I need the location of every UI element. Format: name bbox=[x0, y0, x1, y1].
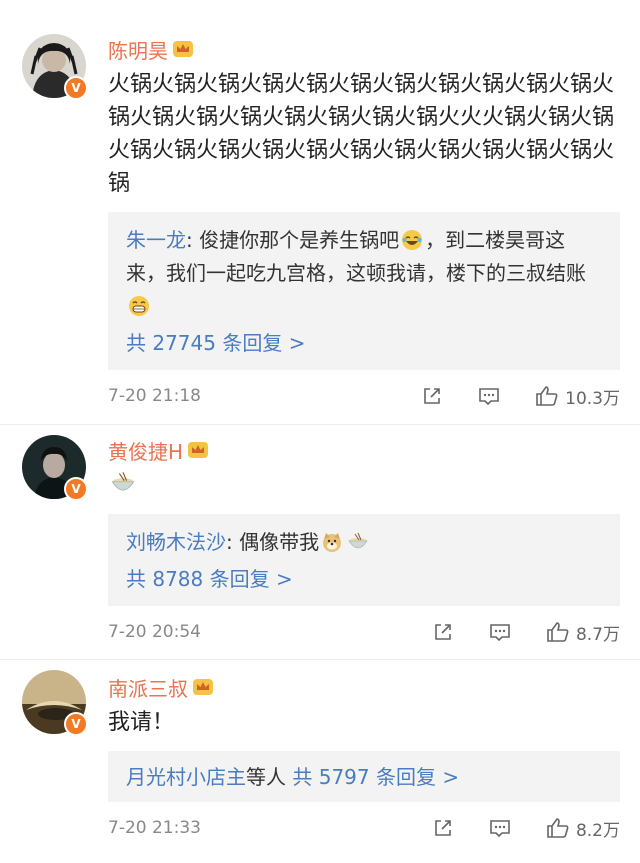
reply-preview[interactable]: 刘畅木法沙: 偶像带我 共 8788 条回复 > bbox=[108, 514, 620, 606]
username[interactable]: 陈明昊 bbox=[108, 35, 168, 64]
verified-badge-icon: V bbox=[64, 712, 88, 736]
comment-footer: 7-20 21:33 8.2万 bbox=[108, 802, 620, 854]
reply-username[interactable]: 刘畅木法沙 bbox=[126, 530, 226, 554]
reply-text: 俊捷你那个是养生锅吧 bbox=[199, 228, 400, 252]
like-count: 8.2万 bbox=[575, 820, 620, 841]
like-icon bbox=[547, 818, 569, 838]
avatar[interactable]: V bbox=[22, 670, 88, 736]
comment-button[interactable] bbox=[488, 621, 512, 643]
reply-username[interactable]: 朱一龙 bbox=[126, 228, 186, 252]
verified-badge-icon: V bbox=[64, 76, 88, 100]
noodle-bowl-emoji bbox=[111, 472, 135, 491]
comment-icon bbox=[479, 388, 499, 406]
reply-username[interactable]: 月光村小店主 bbox=[126, 765, 246, 789]
comment-footer: 7-20 21:18 10.3万 bbox=[108, 370, 620, 422]
avatar[interactable]: V bbox=[22, 435, 88, 501]
comment-item: V 南派三叔 我请！ 月光村小店主等人 共 5797 条回复 > 7-20 21… bbox=[0, 660, 640, 863]
like-button[interactable]: 8.2万 bbox=[546, 816, 620, 841]
comment-item: V 黄俊捷H 刘畅木法沙: 偶像带我 共 8788 条回复 > 7-20 20:… bbox=[0, 425, 640, 660]
like-count: 10.3万 bbox=[565, 388, 620, 409]
reply-colon: : bbox=[226, 530, 240, 554]
share-button[interactable] bbox=[432, 621, 454, 643]
share-icon bbox=[435, 820, 451, 836]
crown-icon bbox=[173, 41, 193, 57]
laugh-cry-emoji bbox=[402, 230, 423, 250]
reply-others: 等人 bbox=[246, 765, 286, 789]
reply-preview[interactable]: 月光村小店主等人 共 5797 条回复 > bbox=[108, 751, 620, 802]
share-button[interactable] bbox=[432, 817, 454, 839]
like-button[interactable]: 10.3万 bbox=[535, 384, 620, 409]
crown-icon bbox=[193, 679, 213, 695]
username[interactable]: 黄俊捷H bbox=[108, 436, 183, 465]
comment-footer: 7-20 20:54 8.7万 bbox=[108, 606, 620, 658]
comment-text: 我请！ bbox=[108, 710, 175, 735]
timestamp: 7-20 20:54 bbox=[108, 622, 201, 642]
reply-colon: : bbox=[186, 228, 200, 252]
comment-icon bbox=[490, 624, 510, 642]
view-replies-link[interactable]: 共 5797 条回复 > bbox=[292, 765, 459, 789]
like-icon bbox=[547, 622, 569, 642]
like-count: 8.7万 bbox=[575, 624, 620, 645]
reply-text: 偶像带我 bbox=[239, 530, 320, 554]
comment-button[interactable] bbox=[477, 385, 501, 407]
share-button[interactable] bbox=[421, 385, 443, 407]
doge-emoji bbox=[323, 533, 342, 552]
view-replies-link[interactable]: 共 8788 条回复 > bbox=[126, 563, 602, 596]
noodle-bowl-emoji bbox=[348, 532, 368, 549]
grin-emoji bbox=[129, 296, 149, 316]
share-icon bbox=[435, 624, 451, 640]
username[interactable]: 南派三叔 bbox=[108, 673, 188, 702]
like-icon bbox=[536, 386, 558, 406]
avatar[interactable]: V bbox=[22, 34, 88, 100]
timestamp: 7-20 21:33 bbox=[108, 818, 201, 838]
like-button[interactable]: 8.7万 bbox=[546, 620, 620, 645]
timestamp: 7-20 21:18 bbox=[108, 386, 201, 406]
share-icon bbox=[424, 388, 440, 404]
verified-badge-icon: V bbox=[64, 477, 88, 501]
crown-icon bbox=[188, 442, 209, 458]
view-replies-link[interactable]: 共 27745 条回复 > bbox=[126, 327, 602, 360]
reply-preview[interactable]: 朱一龙: 俊捷你那个是养生锅吧 ，到二楼昊哥这来，我们一起吃九宫格，这顿我请，楼下… bbox=[108, 212, 620, 370]
comment-text bbox=[108, 469, 620, 502]
comment-text: 火锅火锅火锅火锅火锅火锅火锅火锅火锅火锅火锅火锅火锅火锅火锅火锅火锅火锅火锅火火… bbox=[108, 72, 615, 196]
comment-button[interactable] bbox=[488, 817, 512, 839]
comment-item: V 陈明昊 火锅火锅火锅火锅火锅火锅火锅火锅火锅火锅火锅火锅火锅火锅火锅火锅火锅… bbox=[0, 0, 640, 425]
comment-icon bbox=[490, 820, 510, 838]
